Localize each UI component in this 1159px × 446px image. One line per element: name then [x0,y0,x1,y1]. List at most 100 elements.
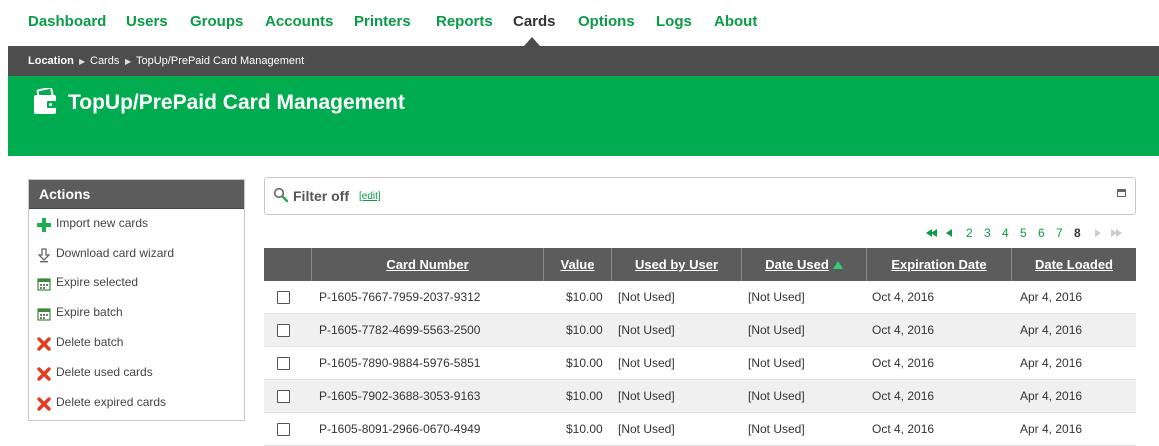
action-label: Expire selected [56,275,139,289]
date-loaded-cell: Apr 4, 2016 [1020,356,1083,370]
nav-options[interactable]: Options [578,13,635,30]
chevron-right-icon: ▶ [79,57,86,66]
wallet-icon [32,86,58,121]
row-checkbox[interactable] [277,357,290,370]
card-number-cell: P-1605-7890-9884-5976-5851 [319,356,481,370]
row-checkbox[interactable] [277,291,290,304]
value-cell: $10.00 [566,323,603,337]
nav-reports[interactable]: Reports [436,13,493,30]
date-used-cell: [Not Used] [748,356,805,370]
page-link[interactable]: 5 [1020,226,1027,240]
nav-accounts[interactable]: Accounts [265,13,333,30]
download-card-wizard-action[interactable]: Download card wizard [29,244,244,270]
date-loaded-cell: Apr 4, 2016 [1020,323,1083,337]
expiration-date-cell: Oct 4, 2016 [872,290,935,304]
search-icon [273,187,289,208]
calendar-icon [36,276,52,292]
table-row: P-1605-7890-9884-5976-5851 $10.00 [Not U… [264,347,1136,380]
action-label: Delete used cards [56,365,153,379]
row-checkbox[interactable] [277,390,290,403]
value-cell: $10.00 [566,422,603,436]
date-used-cell: [Not Used] [748,422,805,436]
top-nav: Dashboard Users Groups Accounts Printers… [0,0,1159,46]
calendar-icon [36,306,52,322]
used-by-user-cell: [Not Used] [618,389,675,403]
column-header-date-loaded[interactable]: Date Loaded [1011,248,1136,281]
date-used-cell: [Not Used] [748,389,805,403]
nav-cards[interactable]: Cards [513,13,556,30]
expiration-date-cell: Oct 4, 2016 [872,356,935,370]
date-loaded-cell: Apr 4, 2016 [1020,389,1083,403]
table-row: P-1605-7902-3688-3053-9163 $10.00 [Not U… [264,380,1136,413]
delete-icon [36,366,52,382]
date-used-cell: [Not Used] [748,323,805,337]
expiration-date-cell: Oct 4, 2016 [872,389,935,403]
table-row: P-1605-7782-4699-5563-2500 $10.00 [Not U… [264,314,1136,347]
action-label: Download card wizard [56,246,175,260]
expire-selected-action[interactable]: Expire selected [29,273,244,299]
select-column-header [264,248,311,281]
nav-logs[interactable]: Logs [656,13,692,30]
column-header-card-number[interactable]: Card Number [311,248,543,281]
column-header-value[interactable]: Value [543,248,611,281]
breadcrumb-location: Location [28,55,74,67]
next-page-icon [1095,229,1101,237]
pagination: 2 3 4 5 6 7 8 [0,226,1159,240]
filter-box: Filter off [edit] [264,177,1136,215]
delete-used-cards-action[interactable]: Delete used cards [29,363,244,389]
filter-status: Filter off [293,188,349,204]
column-header-date-used[interactable]: Date Used [741,248,866,281]
breadcrumb-cards[interactable]: Cards [90,55,119,67]
used-by-user-cell: [Not Used] [618,356,675,370]
value-cell: $10.00 [566,356,603,370]
previous-page-icon[interactable] [946,229,952,237]
page-link[interactable]: 4 [1002,226,1009,240]
actions-title: Actions [29,180,244,209]
page-header: TopUp/PrePaid Card Management [8,76,1159,156]
card-number-cell: P-1605-7782-4699-5563-2500 [319,323,481,337]
used-by-user-cell: [Not Used] [618,290,675,304]
table-header: Card Number Value Used by User Date Used… [264,248,1136,281]
action-label: Delete expired cards [56,395,167,409]
date-loaded-cell: Apr 4, 2016 [1020,290,1083,304]
nav-dashboard[interactable]: Dashboard [28,13,106,30]
nav-printers[interactable]: Printers [354,13,411,30]
maximize-icon[interactable] [1117,189,1126,197]
action-label: Delete batch [56,335,124,349]
page-link[interactable]: 3 [984,226,991,240]
expiration-date-cell: Oct 4, 2016 [872,323,935,337]
actions-panel: Actions Import new cards Download card w… [28,179,245,421]
used-by-user-cell: [Not Used] [618,422,675,436]
current-page: 8 [1074,226,1081,240]
expiration-date-cell: Oct 4, 2016 [872,422,935,436]
last-page-icon-b [1116,229,1122,237]
page-link[interactable]: 2 [966,226,973,240]
download-icon [36,247,52,263]
table-row: P-1605-7667-7959-2037-9312 $10.00 [Not U… [264,281,1136,314]
table-row: P-1605-8091-2966-0670-4949 $10.00 [Not U… [264,413,1136,446]
chevron-right-icon: ▶ [125,57,132,66]
delete-expired-cards-action[interactable]: Delete expired cards [29,393,244,419]
value-cell: $10.00 [566,389,603,403]
column-header-used-by-user[interactable]: Used by User [611,248,741,281]
page-title: TopUp/PrePaid Card Management [68,91,405,114]
expire-batch-action[interactable]: Expire batch [29,303,244,329]
column-header-expiration-date[interactable]: Expiration Date [866,248,1011,281]
active-nav-indicator [524,37,540,46]
nav-about[interactable]: About [714,13,757,30]
row-checkbox[interactable] [277,423,290,436]
card-number-cell: P-1605-7902-3688-3053-9163 [319,389,481,403]
page-link[interactable]: 6 [1038,226,1045,240]
breadcrumb-current: TopUp/PrePaid Card Management [136,55,305,67]
row-checkbox[interactable] [277,324,290,337]
nav-users[interactable]: Users [126,13,168,30]
nav-groups[interactable]: Groups [190,13,243,30]
delete-icon [36,396,52,412]
used-by-user-cell: [Not Used] [618,323,675,337]
delete-batch-action[interactable]: Delete batch [29,333,244,359]
sort-ascending-icon [832,261,843,269]
value-cell: $10.00 [566,290,603,304]
filter-edit-link[interactable]: [edit] [359,191,381,202]
page-link[interactable]: 7 [1056,226,1063,240]
date-used-cell: [Not Used] [748,290,805,304]
